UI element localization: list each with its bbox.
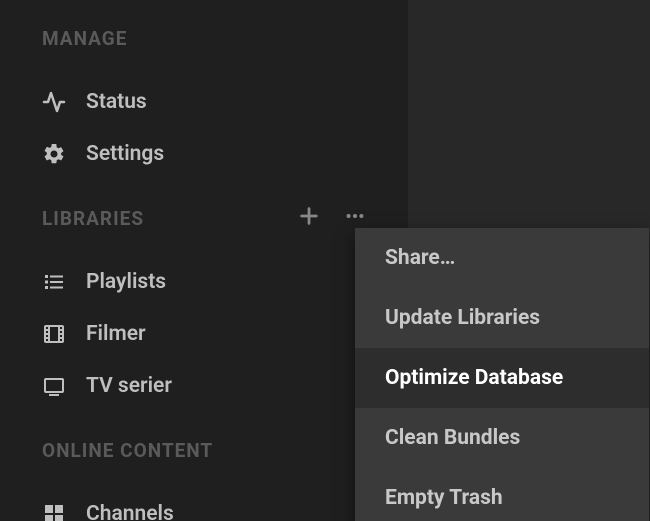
section-title-online: ONLINE CONTENT [42, 439, 213, 462]
section-header-manage: MANAGE [0, 18, 408, 58]
tv-icon [42, 374, 66, 398]
menu-item-clean-bundles[interactable]: Clean Bundles [355, 408, 649, 468]
nav-item-settings[interactable]: Settings [0, 128, 408, 180]
nav-item-status[interactable]: Status [0, 76, 408, 128]
nav-label: Channels [86, 502, 174, 521]
nav-label: Settings [86, 142, 164, 166]
nav-label: Playlists [86, 270, 166, 294]
add-library-button[interactable] [298, 205, 320, 231]
sidebar: MANAGE Status Settings LIBRARIES Playli [0, 0, 408, 521]
menu-item-empty-trash[interactable]: Empty Trash [355, 468, 649, 521]
section-title-manage: MANAGE [42, 27, 127, 50]
nav-label: Status [86, 90, 147, 114]
nav-item-tv-serier[interactable]: TV serier [0, 360, 408, 412]
section-header-online: ONLINE CONTENT [0, 430, 408, 470]
section-header-libraries: LIBRARIES [0, 198, 408, 238]
nav-item-filmer[interactable]: Filmer [0, 308, 408, 360]
nav-item-channels[interactable]: Channels [0, 488, 408, 521]
nav-item-playlists[interactable]: Playlists [0, 256, 408, 308]
nav-label: TV serier [86, 374, 172, 398]
nav-label: Filmer [86, 322, 146, 346]
menu-item-update-libraries[interactable]: Update Libraries [355, 288, 649, 348]
libraries-context-menu: Share… Update Libraries Optimize Databas… [355, 228, 649, 521]
film-icon [42, 322, 66, 346]
section-title-libraries: LIBRARIES [42, 207, 144, 230]
activity-icon [42, 90, 66, 114]
gear-icon [42, 142, 66, 166]
menu-item-optimize-database[interactable]: Optimize Database [355, 348, 649, 408]
list-icon [42, 270, 66, 294]
menu-item-share[interactable]: Share… [355, 228, 649, 288]
grid-icon [42, 502, 66, 521]
